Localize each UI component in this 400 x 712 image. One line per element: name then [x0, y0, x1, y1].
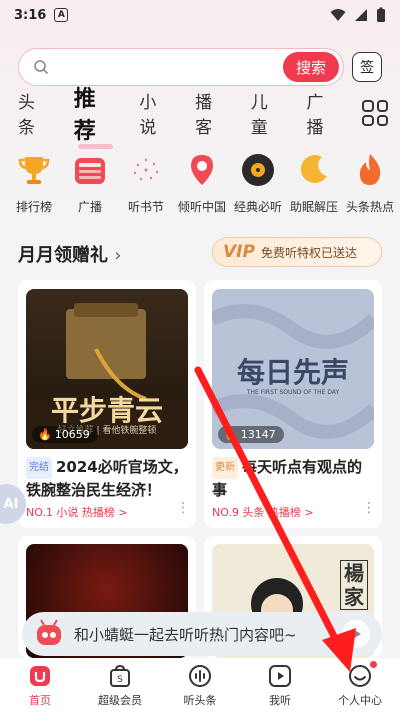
status-bar: 3:16 A: [0, 0, 400, 30]
more-options-icon[interactable]: ⋮: [176, 500, 190, 516]
cover-title: 楊家: [340, 560, 368, 610]
shortcut-label: 排行榜: [15, 200, 52, 214]
radio-icon: [70, 150, 110, 190]
sign-in-button[interactable]: 签: [352, 52, 382, 82]
nav-listen-headlines[interactable]: 听头条: [165, 663, 235, 708]
status-tag: 完结: [26, 457, 52, 479]
shortcut-radio[interactable]: 广播: [64, 150, 116, 220]
robot-mascot-icon: [37, 619, 61, 645]
ranking-link[interactable]: NO.9 头条 热播榜 >: [212, 504, 314, 520]
audiobook-card[interactable]: 每日先声 THE FIRST SOUND OF THE DAY 🔥 13147 更…: [204, 280, 382, 528]
toast-play-button[interactable]: [342, 620, 370, 648]
play-icon: [353, 629, 361, 639]
search-button[interactable]: 搜索: [283, 52, 339, 82]
shortcut-label: 经典必听: [233, 200, 282, 214]
tab-headlines[interactable]: 头条: [18, 88, 52, 138]
vinyl-record-icon: [238, 150, 278, 190]
shortcut-label: 倾听中国: [177, 200, 226, 214]
shortcut-label: 广播: [77, 200, 102, 214]
play-count-icon: 🔥: [224, 428, 238, 441]
floating-ai-label: AI: [3, 496, 19, 512]
fireworks-icon: [126, 150, 166, 190]
status-tag: 更新: [212, 457, 238, 479]
category-tabs: 头条 推荐 小说 播客 儿童 广播: [18, 87, 389, 149]
profile-icon: [347, 660, 377, 689]
shortcut-book-festival[interactable]: 听书节: [120, 150, 172, 220]
cover-title: 每日先声: [236, 356, 349, 389]
play-square-icon: [267, 663, 293, 689]
cover-subtitle: THE FIRST SOUND OF THE DAY: [246, 389, 340, 396]
ranking-link[interactable]: NO.1 小说 热播榜 >: [26, 504, 128, 520]
nav-home[interactable]: 首页: [5, 663, 75, 708]
nav-super-vip[interactable]: S 超级会员: [85, 663, 155, 708]
flame-icon: [350, 150, 390, 190]
play-count-badge: 🔥 10659: [32, 426, 98, 443]
bottom-navigation: 首页 S 超级会员 听头条 我听 个人中心: [0, 658, 400, 712]
tab-podcasts[interactable]: 播客: [195, 88, 229, 138]
location-pin-icon: [182, 150, 222, 190]
notification-dot: [370, 660, 377, 668]
shortcut-sleep[interactable]: 助眠解压: [288, 150, 340, 220]
nav-label: 个人中心: [338, 693, 382, 707]
wifi-icon: [330, 9, 346, 21]
chevron-right-icon: ›: [114, 245, 122, 266]
more-options-icon[interactable]: ⋮: [362, 500, 376, 516]
svg-text:S: S: [117, 675, 123, 685]
notification-badge-icon: A: [54, 8, 69, 22]
nav-my-listening[interactable]: 我听: [245, 663, 315, 708]
search-icon: [34, 60, 48, 74]
audio-wave-icon: [187, 663, 213, 689]
audiobook-cover: 每日先声 THE FIRST SOUND OF THE DAY 🔥 13147: [212, 289, 374, 449]
audiobook-card[interactable]: 平步青云 好文推荐 | 看他铁腕整顿 🔥 10659 完结 2024必听官场文，铁腕…: [18, 280, 196, 528]
shortcut-label: 助眠解压: [289, 200, 338, 214]
vip-label: VIP: [223, 242, 255, 262]
tab-radio[interactable]: 广播: [307, 88, 341, 138]
tab-recommend[interactable]: 推荐: [74, 81, 118, 149]
nav-profile[interactable]: 个人中心: [325, 660, 395, 708]
moon-icon: [294, 150, 334, 190]
category-grid-icon[interactable]: [362, 100, 389, 126]
vip-banner[interactable]: VIP 免费听特权已送达: [212, 237, 382, 267]
toast-message: 和小蜻蜓一起去听听热门内容吧~: [74, 625, 297, 644]
monthly-gift-title: 月月领赠礼: [18, 245, 108, 266]
signal-icon: [355, 9, 367, 21]
shortcut-label: 听书节: [127, 200, 164, 214]
search-input[interactable]: 搜索: [18, 48, 344, 86]
status-time: 3:16: [14, 7, 47, 23]
search-row: 搜索 签: [18, 47, 382, 87]
vip-bag-icon: S: [107, 663, 133, 689]
shortcut-classics[interactable]: 经典必听: [232, 150, 284, 220]
monthly-gift-link[interactable]: 月月领赠礼 ›: [18, 241, 121, 267]
status-icons: [330, 7, 386, 23]
audiobook-cover: 平步青云 好文推荐 | 看他铁腕整顿 🔥 10659: [26, 289, 188, 449]
assistant-toast[interactable]: 和小蜻蜓一起去听听热门内容吧~: [22, 612, 382, 656]
audiobook-title: 完结 2024必听官场文，铁腕整治民生经济！: [26, 456, 190, 501]
nav-label: 超级会员: [98, 693, 142, 707]
battery-icon: [377, 7, 385, 22]
trophy-icon: [14, 150, 54, 190]
shortcut-listen-china[interactable]: 倾听中国: [176, 150, 228, 220]
nav-label: 首页: [29, 693, 51, 707]
tab-children[interactable]: 儿童: [251, 88, 285, 138]
shortcut-row: 排行榜 广播 听书节 倾听中国 经典必听 助眠解压 头条热点: [8, 150, 396, 220]
home-icon: [27, 663, 53, 689]
play-count: 13147: [240, 428, 276, 441]
nav-label: 我听: [269, 693, 291, 707]
shortcut-ranking[interactable]: 排行榜: [8, 150, 60, 220]
play-count: 10659: [54, 428, 90, 441]
play-count-badge: 🔥 13147: [218, 426, 284, 443]
play-count-icon: 🔥: [38, 428, 52, 441]
audiobook-title: 更新 每天听点有观点的事: [212, 456, 376, 501]
tab-novels[interactable]: 小说: [139, 88, 173, 138]
shortcut-label: 头条热点: [345, 200, 394, 214]
shortcut-hot-news[interactable]: 头条热点: [344, 150, 396, 220]
vip-text: 免费听特权已送达: [260, 245, 357, 260]
nav-label: 听头条: [183, 693, 217, 707]
